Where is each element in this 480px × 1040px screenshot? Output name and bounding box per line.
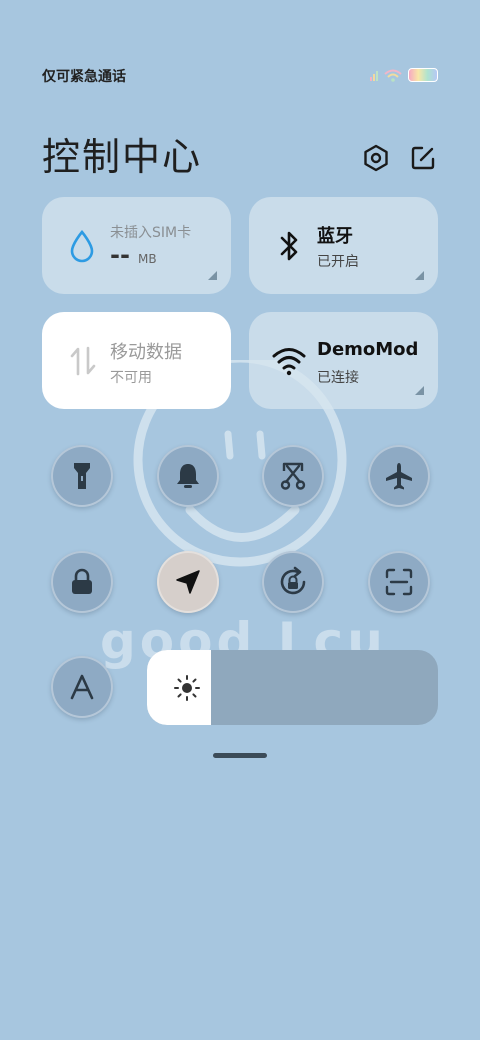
mobile-data-label: 移动数据	[110, 342, 182, 363]
flashlight-icon	[74, 463, 90, 489]
bluetooth-icon	[280, 231, 298, 261]
wifi-status-icon	[384, 69, 402, 82]
wifi-status: 已连接	[317, 370, 359, 386]
lock-icon	[72, 568, 92, 594]
rotation-lock-toggle[interactable]	[262, 551, 324, 613]
rotation-lock-icon	[280, 566, 306, 595]
brightness-slider[interactable]	[147, 650, 438, 725]
signal-icon	[370, 69, 378, 81]
data-usage-value: --	[110, 241, 130, 269]
scan-icon	[385, 568, 413, 596]
font-a-icon	[70, 674, 94, 700]
bluetooth-label: 蓝牙	[317, 226, 353, 247]
expand-corner-icon	[415, 271, 424, 280]
font-toggle[interactable]	[51, 656, 113, 718]
edit-icon[interactable]	[409, 144, 437, 172]
ringer-toggle[interactable]	[157, 445, 219, 507]
home-indicator[interactable]	[213, 753, 267, 758]
bluetooth-status: 已开启	[317, 254, 359, 270]
location-arrow-icon	[176, 570, 200, 594]
data-arrows-icon	[70, 346, 96, 376]
bell-icon	[177, 464, 199, 488]
water-drop-icon	[70, 229, 94, 263]
sun-icon	[174, 675, 200, 701]
mobile-data-status: 不可用	[110, 370, 152, 386]
expand-corner-icon	[208, 271, 217, 280]
location-toggle[interactable]	[157, 551, 219, 613]
carrier-text: 仅可紧急通话	[42, 69, 126, 85]
scanner-toggle[interactable]	[368, 551, 430, 613]
lock-toggle[interactable]	[51, 551, 113, 613]
page-title: 控制中心	[42, 135, 203, 179]
mobile-data-tile[interactable]: 移动数据 不可用	[42, 312, 231, 409]
wifi-network-name: DemoMod	[317, 339, 419, 360]
status-icons	[370, 68, 438, 82]
status-bar: 仅可紧急通话	[42, 66, 442, 88]
expand-corner-icon	[415, 386, 424, 395]
battery-icon	[408, 68, 438, 82]
flashlight-toggle[interactable]	[51, 445, 113, 507]
scissors-icon	[280, 462, 306, 490]
data-usage-unit: MB	[138, 252, 157, 266]
hexagon-settings-icon[interactable]	[362, 144, 390, 172]
sim-status-label: 未插入SIM卡	[110, 225, 192, 241]
wifi-tile[interactable]: DemoMod 已连接	[249, 312, 438, 409]
data-usage-tile[interactable]: 未插入SIM卡 -- MB	[42, 197, 231, 294]
wifi-icon	[272, 348, 306, 376]
bluetooth-tile[interactable]: 蓝牙 已开启	[249, 197, 438, 294]
screenshot-toggle[interactable]	[262, 445, 324, 507]
airplane-icon	[386, 463, 412, 490]
airplane-toggle[interactable]	[368, 445, 430, 507]
